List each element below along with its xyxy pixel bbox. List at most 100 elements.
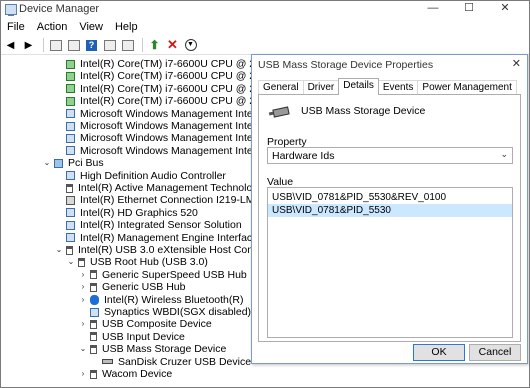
value-list-item[interactable]: USB\VID_0781&PID_5530 — [268, 204, 512, 217]
chevron-down-icon[interactable]: ⌄ — [79, 343, 87, 355]
chevron-right-icon[interactable]: › — [79, 269, 87, 281]
chevron-down-icon[interactable]: ⌄ — [55, 244, 63, 256]
tree-item[interactable]: Intel(R) HD Graphics 520 — [55, 207, 198, 219]
sys-icon — [66, 121, 75, 131]
tree-item[interactable]: High Definition Audio Controller — [55, 170, 226, 182]
tree-item[interactable]: Intel(R) Active Management Technology - … — [55, 182, 261, 194]
chevron-right-icon[interactable]: › — [79, 318, 87, 330]
chevron-right-icon[interactable]: › — [79, 368, 87, 380]
tree-item[interactable]: Intel(R) Core(TM) i7-6600U CPU @ 2.60GHz — [55, 70, 261, 82]
usb-icon — [66, 183, 73, 193]
toolbar-separator — [142, 38, 143, 52]
tree-item[interactable]: Microsoft Windows Management Interface f… — [55, 145, 261, 157]
device-name: USB Mass Storage Device — [301, 105, 426, 117]
dialog-title: USB Mass Storage Device Properties — [258, 59, 434, 71]
tree-item-label: Intel(R) Core(TM) i7-6600U CPU @ 2.60GHz — [80, 82, 261, 95]
cpu-icon — [66, 84, 75, 94]
minimize-button[interactable]: — — [415, 1, 451, 18]
details-panel: USB Mass Storage Device Property Hardwar… — [258, 94, 521, 342]
sys-icon — [66, 133, 75, 143]
maximize-button[interactable]: ☐ — [451, 1, 487, 18]
dialog-tabs: General Driver Details Events Power Mana… — [258, 78, 517, 95]
tree-item[interactable]: USB Input Device — [79, 331, 185, 343]
help-icon[interactable]: ? — [84, 38, 99, 52]
sys-icon — [66, 109, 75, 119]
property-select[interactable]: Hardware Ids ⌄ — [267, 147, 513, 164]
tab-driver[interactable]: Driver — [302, 80, 340, 95]
tree-item-label: SanDisk Cruzer USB Device — [118, 355, 252, 368]
menu-view[interactable]: View — [73, 19, 109, 35]
tree-item-label: Intel(R) Core(TM) i7-6600U CPU @ 2.60GHz — [80, 70, 261, 83]
tree-item[interactable]: Microsoft Windows Management Interface f… — [55, 120, 261, 132]
tree-item-label: USB Mass Storage Device — [102, 343, 227, 356]
tree-item[interactable]: ⌄ USB Mass Storage Device — [79, 343, 227, 356]
chevron-right-icon[interactable]: › — [79, 294, 87, 306]
tab-power-management[interactable]: Power Management — [417, 80, 517, 95]
net-icon — [66, 195, 75, 205]
usb-icon — [90, 344, 97, 354]
usb-drive-icon — [272, 106, 290, 118]
tree-item[interactable]: › Generic SuperSpeed USB Hub — [79, 269, 247, 281]
close-button[interactable]: ✕ — [487, 1, 523, 18]
sys-icon — [66, 146, 75, 156]
tree-item-label: Intel(R) Core(TM) i7-6600U CPU @ 2.60GHz — [80, 95, 261, 108]
tree-item-label: USB Input Device — [102, 330, 185, 343]
tree-item[interactable]: Intel(R) Ethernet Connection I219-LM — [55, 194, 255, 206]
properties-icon[interactable] — [48, 38, 63, 52]
tree-item-label: USB Composite Device — [102, 318, 212, 331]
tree-item-label: Intel(R) HD Graphics 520 — [80, 206, 198, 219]
menu-help[interactable]: Help — [109, 19, 144, 35]
uninstall-icon[interactable]: ✕ — [165, 37, 180, 52]
cancel-button[interactable]: Cancel — [469, 344, 521, 361]
usb-icon — [90, 369, 97, 379]
tree-item[interactable]: SanDisk Cruzer USB Device — [91, 356, 251, 368]
tree-item[interactable]: › Wacom Device — [79, 368, 173, 380]
tab-details[interactable]: Details — [338, 78, 379, 95]
tree-item-label: Intel(R) Integrated Sensor Solution — [80, 219, 242, 232]
chevron-right-icon[interactable]: › — [79, 281, 87, 293]
tree-item[interactable]: ⌄ Intel(R) USB 3.0 eXtensible Host Contro… — [55, 244, 261, 256]
tree-item[interactable]: › Intel(R) Wireless Bluetooth(R) — [79, 294, 244, 306]
ok-button[interactable]: OK — [413, 344, 465, 361]
tree-item[interactable]: Microsoft Windows Management Interface f… — [55, 108, 261, 120]
tree-item[interactable]: Synaptics WBDI(SGX disabled) — [79, 306, 251, 318]
dialog-close-button[interactable]: ✕ — [512, 57, 521, 70]
chevron-down-icon[interactable]: ⌄ — [43, 157, 51, 169]
tree-item[interactable]: Intel(R) Management Engine Interface — [55, 232, 258, 244]
back-icon[interactable]: ◀ — [3, 38, 18, 52]
value-listbox[interactable]: USB\VID_0781&PID_5530&REV_0100 USB\VID_07… — [267, 187, 513, 338]
sys-icon — [66, 171, 75, 181]
tree-item-label: Microsoft Windows Management Interface f… — [80, 107, 261, 120]
tree-item[interactable]: Intel(R) Core(TM) i7-6600U CPU @ 2.60GHz — [55, 58, 261, 70]
update-driver-icon[interactable]: ▼ — [183, 38, 198, 52]
value-list-item[interactable]: USB\VID_0781&PID_5530&REV_0100 — [268, 191, 512, 204]
cpu-icon — [66, 96, 75, 106]
tree-item[interactable]: Intel(R) Integrated Sensor Solution — [55, 219, 242, 231]
tree-item[interactable]: Microsoft Windows Management Interface f… — [55, 132, 261, 144]
tab-events[interactable]: Events — [377, 80, 419, 95]
forward-icon[interactable]: ▶ — [21, 38, 36, 52]
toolbar-separator — [43, 38, 44, 52]
tree-item[interactable]: ⌄ USB Root Hub (USB 3.0) — [67, 256, 208, 268]
menu-action[interactable]: Action — [31, 19, 74, 35]
tree-item-label: High Definition Audio Controller — [80, 169, 226, 182]
scan-icon[interactable] — [102, 38, 117, 52]
tree-item[interactable]: ⌄ Pci Bus — [43, 157, 104, 169]
enable-device-icon[interactable]: ⬆ — [147, 38, 162, 52]
tab-general[interactable]: General — [258, 80, 304, 95]
monitor-icon[interactable] — [120, 38, 135, 52]
menu-file[interactable]: File — [1, 19, 31, 35]
usb-icon — [90, 282, 97, 292]
usb-icon — [78, 257, 85, 267]
refresh-icon[interactable] — [66, 38, 81, 52]
chevron-down-icon[interactable]: ⌄ — [67, 256, 75, 268]
tree-item[interactable]: Intel(R) Core(TM) i7-6600U CPU @ 2.60GHz — [55, 95, 261, 107]
tree-item[interactable]: › Generic USB Hub — [79, 281, 186, 293]
tree-item-label: Wacom Device — [102, 368, 173, 380]
tree-item[interactable]: › USB Composite Device — [79, 318, 212, 330]
tree-item-label: Microsoft Windows Management Interface f… — [80, 144, 261, 157]
title-bar: Device Manager — ☐ ✕ — [1, 1, 529, 18]
tree-item[interactable]: Intel(R) Core(TM) i7-6600U CPU @ 2.60GHz — [55, 83, 261, 95]
tree-item-label: Intel(R) Management Engine Interface — [80, 231, 259, 244]
menu-bar: File Action View Help — [1, 19, 529, 35]
